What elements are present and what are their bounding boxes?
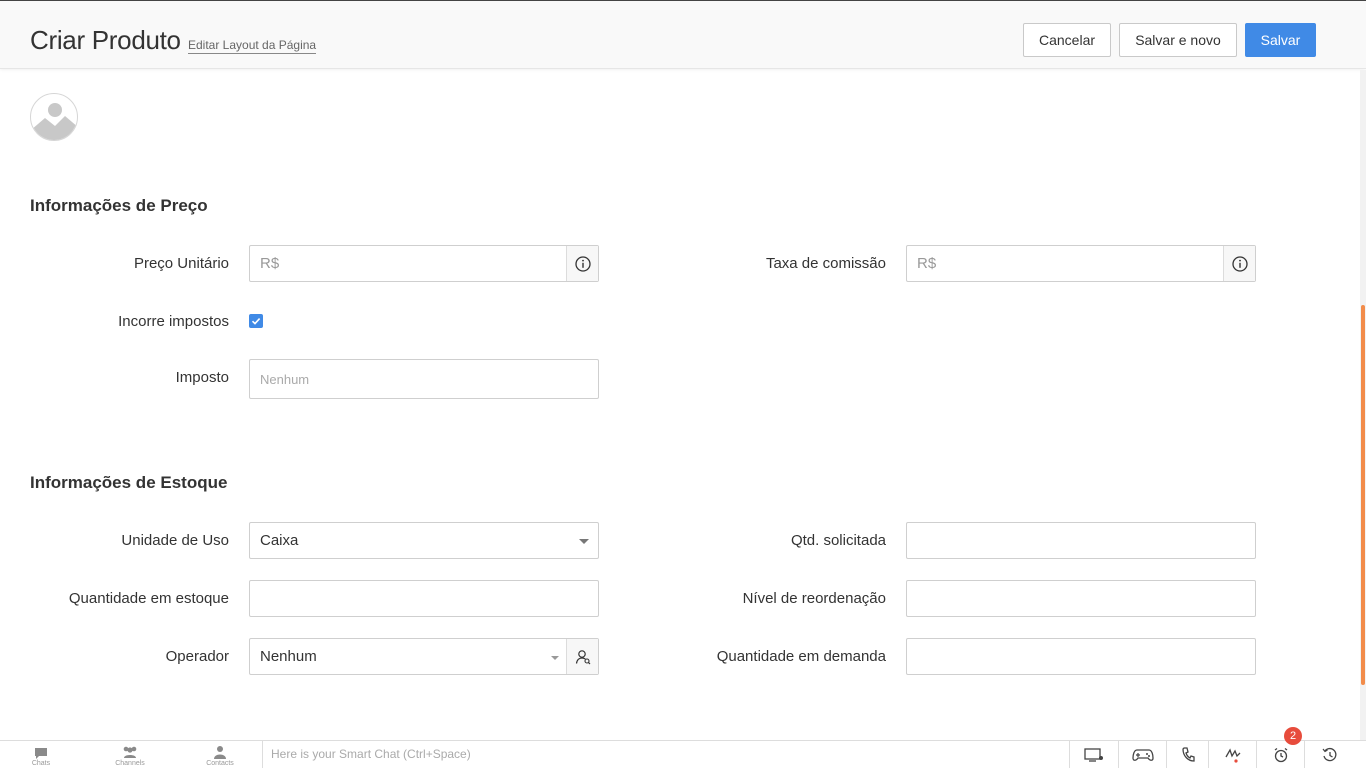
commission-placeholder: R$ bbox=[917, 255, 937, 272]
signature-icon bbox=[1224, 748, 1240, 763]
qty-ordered-input[interactable] bbox=[906, 522, 1256, 559]
tab-chats[interactable]: Chats bbox=[1, 741, 81, 768]
tax-input[interactable]: Nenhum bbox=[249, 359, 599, 399]
commission-label: Taxa de comissão bbox=[765, 255, 886, 272]
phone-icon bbox=[1181, 747, 1195, 762]
qty-in-stock-label: Quantidade em estoque bbox=[68, 590, 229, 607]
qty-in-demand-label: Quantidade em demanda bbox=[716, 648, 886, 665]
contact-icon bbox=[214, 746, 226, 759]
product-image-placeholder[interactable] bbox=[30, 93, 78, 141]
signature-button[interactable] bbox=[1208, 741, 1256, 768]
channels-icon bbox=[123, 746, 137, 758]
unit-price-label: Preço Unitário bbox=[133, 255, 229, 272]
handler-select[interactable]: Nenhum bbox=[249, 638, 599, 675]
notification-badge[interactable]: 2 bbox=[1284, 727, 1302, 745]
page-scrollbar[interactable] bbox=[1360, 70, 1366, 740]
qty-ordered-label: Qtd. solicitada bbox=[790, 532, 886, 549]
edit-layout-link[interactable]: Editar Layout da Página bbox=[188, 38, 317, 54]
qty-in-demand-input[interactable] bbox=[906, 638, 1256, 675]
taxable-label: Incorre impostos bbox=[118, 313, 229, 330]
commission-info-button[interactable] bbox=[1223, 246, 1255, 281]
history-button[interactable] bbox=[1304, 741, 1354, 768]
unit-price-info-button[interactable] bbox=[566, 246, 598, 281]
page-title: Criar Produto bbox=[30, 25, 181, 55]
info-icon bbox=[1231, 255, 1248, 272]
taxable-checkbox[interactable] bbox=[249, 314, 263, 328]
pricing-section-title: Informações de Preço bbox=[30, 196, 208, 215]
handler-value: Nenhum bbox=[260, 648, 317, 665]
reorder-level-input[interactable] bbox=[906, 580, 1256, 617]
alarm-icon bbox=[1274, 747, 1287, 763]
handler-label: Operador bbox=[165, 648, 229, 665]
phone-button[interactable] bbox=[1166, 741, 1208, 768]
tab-channels-label: Channels bbox=[115, 760, 145, 767]
gamepad-button[interactable] bbox=[1118, 741, 1166, 768]
page-header: Criar Produto Editar Layout da Página Ca… bbox=[0, 0, 1366, 69]
divider bbox=[262, 741, 263, 768]
chat-icon bbox=[35, 748, 47, 759]
tab-channels[interactable]: Channels bbox=[90, 741, 170, 768]
save-and-new-button[interactable]: Salvar e novo bbox=[1119, 23, 1237, 57]
usage-unit-label: Unidade de Uso bbox=[121, 532, 229, 549]
tab-contacts-label: Contacts bbox=[206, 760, 234, 767]
smart-chat-input[interactable]: Here is your Smart Chat (Ctrl+Space) bbox=[271, 747, 471, 761]
history-icon bbox=[1322, 747, 1336, 762]
tab-contacts[interactable]: Contacts bbox=[180, 741, 260, 768]
usage-unit-value: Caixa bbox=[260, 532, 299, 549]
reorder-level-label: Nível de reordenação bbox=[742, 590, 886, 607]
save-button[interactable]: Salvar bbox=[1245, 23, 1316, 57]
commission-input[interactable]: R$ bbox=[906, 245, 1256, 282]
user-lookup-icon bbox=[575, 649, 590, 664]
unit-price-input[interactable]: R$ bbox=[249, 245, 599, 282]
tab-chats-label: Chats bbox=[31, 760, 51, 767]
image-icon bbox=[31, 103, 77, 140]
handler-lookup-button[interactable] bbox=[566, 639, 598, 674]
usage-unit-select[interactable]: Caixa bbox=[249, 522, 599, 559]
gamepad-icon bbox=[1131, 749, 1154, 761]
chevron-down-icon bbox=[579, 539, 589, 544]
tax-label: Imposto bbox=[175, 369, 229, 386]
scrollbar-thumb[interactable] bbox=[1361, 305, 1365, 685]
unit-price-placeholder: R$ bbox=[260, 255, 280, 272]
checkmark-icon bbox=[251, 318, 261, 325]
screen-share-icon bbox=[1083, 748, 1103, 762]
screen-share-button[interactable] bbox=[1069, 741, 1117, 768]
stock-section-title: Informações de Estoque bbox=[30, 473, 228, 492]
info-icon bbox=[574, 255, 591, 272]
chevron-down-icon bbox=[551, 656, 559, 660]
cancel-button[interactable]: Cancelar bbox=[1023, 23, 1111, 57]
qty-in-stock-input[interactable] bbox=[249, 580, 599, 617]
alarm-button[interactable] bbox=[1256, 741, 1304, 768]
bottom-bar: Chats Channels Contacts Here is your Sma… bbox=[0, 740, 1366, 768]
tax-placeholder: Nenhum bbox=[260, 372, 310, 387]
